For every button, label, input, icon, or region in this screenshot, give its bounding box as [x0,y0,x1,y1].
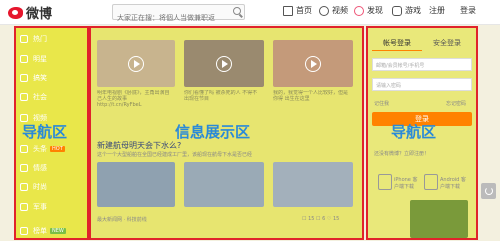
sidebar-item-hot[interactable]: 热门 [20,34,47,44]
feed-caption[interactable]: 你们看懂了吗 被杀死的人 不得不出现在节目 [184,90,260,102]
news-image[interactable] [97,162,175,207]
news-source: 最大新闻网 · 科技前线 [97,217,147,223]
sidebar-item-military[interactable]: 军事 [20,202,47,212]
search-icon[interactable] [233,7,241,15]
star-icon [20,55,28,63]
iphone-app-icon[interactable] [378,174,392,190]
news-summary: 这个一个大型船舶在全国已经建成工厂里，该船现在航母下水是否已经 [97,152,253,158]
society-icon [20,93,28,101]
nav-video-label: 视频 [332,6,348,15]
weibo-logo[interactable]: 微博 [8,4,53,22]
game-icon [392,5,402,16]
nav-video[interactable]: 视频 [319,5,348,16]
feed-caption[interactable]: 明年电视剧《卧底》，主角出演自己人生的故事 http://t.cn/RyFbeL [97,90,173,108]
nav-home-label: 首页 [296,6,312,15]
sidebar-item-funny[interactable]: 搞笑 [20,73,47,83]
sidebar-item-label: 热门 [33,35,47,43]
smile-icon [20,74,28,82]
login-tabs: 帐号登录 安全登录 [372,38,472,51]
remember-me-checkbox[interactable]: 记住我 [374,100,389,107]
top-bar: 微博 首页 视频 发现 游戏 注册 登录 [0,0,500,25]
sidebar-item-label: 搞笑 [33,74,47,82]
nav-game[interactable]: 游戏 [392,5,421,16]
headline-icon [20,145,28,153]
video-icon [319,5,329,16]
tab-account-login[interactable]: 帐号登录 [372,38,422,51]
news-image[interactable] [273,162,353,207]
refresh-icon[interactable] [481,183,496,199]
sidebar-item-label: 头条 [33,145,47,153]
sidebar-item-emotion[interactable]: 情感 [20,163,47,173]
nav-home[interactable]: 首页 [283,5,312,16]
play-icon[interactable] [128,55,144,72]
news-actions[interactable]: ☐ 15 ☐ 6 ♡ 15 [302,216,339,222]
military-icon [20,203,28,211]
iphone-download-link[interactable]: iPhone 客户端下载 [394,176,420,190]
promo-banner[interactable] [410,200,468,238]
play-icon[interactable] [216,55,232,72]
sidebar-item-label: 军事 [33,203,47,211]
nav-discover[interactable]: 发现 [354,5,383,16]
sidebar-item-fashion[interactable]: 时尚 [20,182,47,192]
nav-game-label: 游戏 [405,6,421,15]
username-field[interactable]: 邮箱/会员帐号/手机号 [372,58,472,71]
nav-register[interactable]: 注册 [429,5,445,16]
search-input[interactable] [113,11,227,25]
tab-secure-login[interactable]: 安全登录 [422,38,472,51]
search-box[interactable] [112,4,245,25]
sidebar-item-headlines[interactable]: 头条 HOT [20,144,65,154]
news-headline[interactable]: 新建航母明天会下水么? [97,140,181,151]
password-field[interactable]: 请输入密码 [372,78,472,91]
video-thumbnail[interactable] [273,40,353,87]
middle-zone-label: 信息展示区 [175,123,251,141]
heart-icon [20,164,28,172]
home-icon [283,5,293,16]
left-zone-label: 导航区 [22,123,68,141]
nav-login[interactable]: 登录 [460,5,476,16]
sidebar-item-label: 社会 [33,93,47,101]
sidebar-item-stars[interactable]: 明星 [20,54,47,64]
weibo-eye-icon [8,6,23,19]
nav-register-label: 注册 [429,6,445,15]
video-thumbnail[interactable] [184,40,264,87]
sidebar-item-label: 榜单 [33,227,47,235]
sidebar-item-rankings[interactable]: 榜单 NEW [20,226,66,236]
hot-badge: HOT [50,146,65,152]
right-zone-label: 导航区 [391,123,437,141]
sidebar-item-society[interactable]: 社会 [20,92,47,102]
sidebar-item-label: 情感 [33,164,47,172]
trophy-icon [20,227,28,235]
android-download-link[interactable]: Android 客户端下载 [440,176,470,190]
discover-icon [354,5,364,16]
news-image[interactable] [184,162,264,207]
forgot-password-link[interactable]: 忘记密码 [446,100,466,107]
sidebar-item-label: 时尚 [33,183,47,191]
nav-login-label: 登录 [460,6,476,15]
play-icon[interactable] [305,55,321,72]
logo-text: 微博 [26,7,53,22]
fire-icon [20,35,28,43]
register-link[interactable]: 还没有微博？立即注册！ [374,150,429,157]
android-app-icon[interactable] [424,174,438,190]
new-badge: NEW [50,228,66,234]
nav-discover-label: 发现 [367,6,383,15]
feed-caption[interactable]: 我的，我觉得一个人比较好，但是你得 出生在这里 [273,90,349,102]
video-thumbnail[interactable] [97,40,175,87]
sidebar-item-label: 明星 [33,55,47,63]
fashion-icon [20,183,28,191]
